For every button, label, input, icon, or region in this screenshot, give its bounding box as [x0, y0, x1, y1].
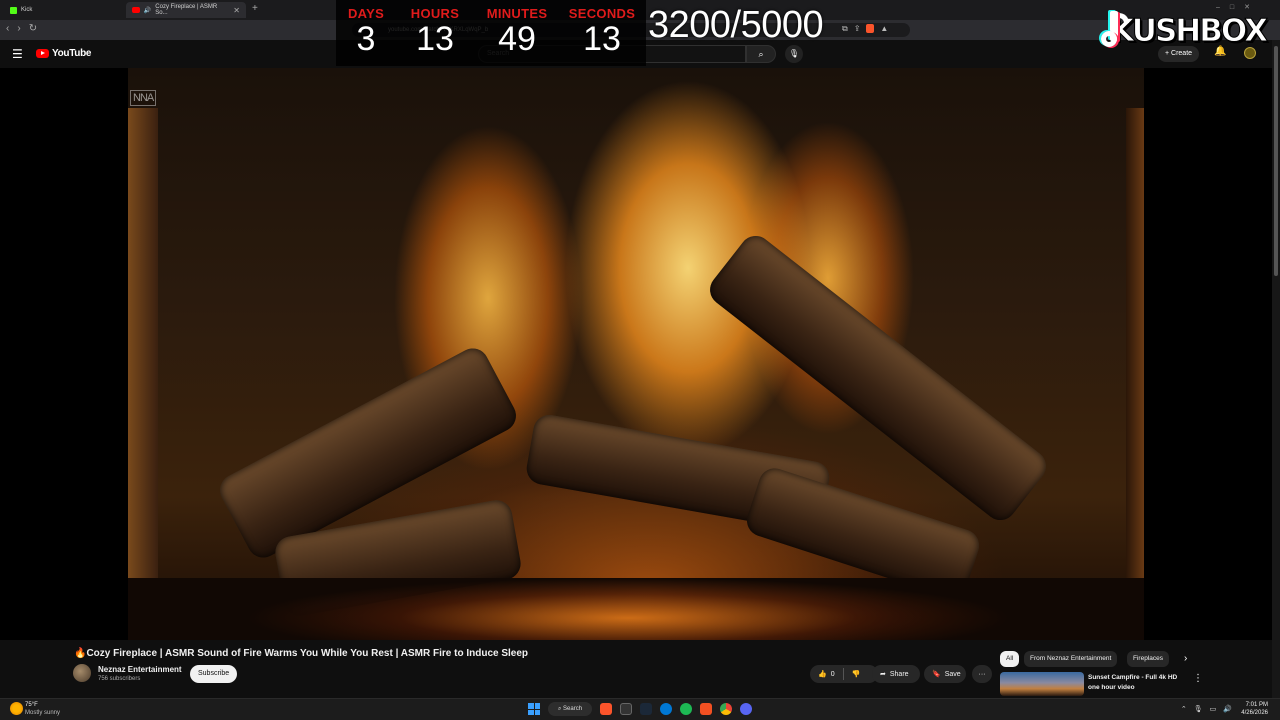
recommendation-title[interactable]: Sunset Campfire - Full 4k HD one hour vi… [1088, 673, 1188, 693]
subscriber-count: 756 subscribers [98, 676, 141, 682]
kick-icon [10, 6, 17, 14]
chip-all[interactable]: All [1000, 651, 1020, 667]
edge-browser-icon[interactable] [660, 703, 673, 715]
countdown-seconds: SECONDS 13 [568, 6, 636, 57]
tab-kick[interactable]: Kick [4, 2, 122, 18]
chevron-right-icon[interactable]: › [1184, 653, 1187, 664]
brave-shields-icon[interactable] [866, 24, 875, 33]
menu-icon[interactable]: ☰ [12, 47, 23, 61]
video-title: 🔥Cozy Fireplace | ASMR Sound of Fire War… [74, 648, 529, 659]
tray-overflow-icon[interactable]: ⌃ [1181, 705, 1187, 713]
kushbox-brand-text: KUSHBOX [1110, 13, 1269, 50]
share-icon: ➦ [880, 671, 886, 678]
microphone-tray-icon[interactable]: 🎙 [1194, 705, 1203, 713]
weather-description[interactable]: Mostly sunny [25, 710, 60, 716]
countdown-overlay: DAYS 3 HOURS 13 MINUTES 49 SECONDS 13 [336, 0, 646, 66]
tab-kick-label: Kick [21, 7, 33, 13]
like-count[interactable]: 0 [831, 671, 835, 678]
voice-search-button[interactable]: 🎙 [785, 45, 803, 63]
share-page-icon[interactable]: ⇪ [854, 24, 861, 34]
fireplace-left-wall [128, 108, 158, 640]
search-button[interactable]: ⌕ [746, 45, 776, 63]
save-label: Save [944, 670, 961, 678]
glowing-embers [128, 578, 1144, 640]
countdown-hours-value: 13 [416, 20, 454, 58]
chip-from-channel[interactable]: From Neznaz Entertainment [1024, 651, 1118, 667]
close-tab-icon[interactable]: ✕ [233, 6, 240, 15]
taskbar-apps: ⌕ Search [528, 702, 753, 716]
windows-start-icon[interactable] [528, 703, 540, 715]
save-button[interactable]: 🔖 Save [924, 665, 966, 683]
countdown-seconds-value: 13 [583, 20, 621, 58]
install-app-icon[interactable]: ⧉ [842, 24, 848, 34]
more-actions-button[interactable]: ··· [972, 665, 992, 683]
page-scrollbar[interactable] [1272, 40, 1280, 698]
new-tab-button[interactable]: + [252, 3, 258, 14]
video-frame-fireplace[interactable]: NNA [128, 68, 1144, 640]
youtube-logo-text: YouTube [52, 48, 92, 59]
video-watermark: NNA [130, 90, 157, 106]
bookmark-icon: 🔖 [932, 671, 941, 678]
weather-sun-icon[interactable] [10, 702, 23, 715]
discord-icon[interactable] [740, 703, 753, 715]
steam-icon[interactable] [640, 703, 653, 715]
like-divider [842, 668, 844, 680]
search-icon: ⌕ [758, 49, 764, 59]
tab-youtube-label: Cozy Fireplace | ASMR So... [155, 4, 218, 16]
share-button[interactable]: ➦ Share [872, 665, 920, 683]
scrollbar-thumb[interactable] [1274, 46, 1278, 276]
microphone-icon: 🎙 [788, 49, 800, 58]
speaker-icon: 🔊 [143, 7, 152, 14]
taskbar-search[interactable]: ⌕ Search [548, 702, 593, 716]
spotify-icon[interactable] [680, 703, 693, 715]
youtube-favicon-icon [132, 7, 140, 13]
subscribe-button[interactable]: Subscribe [190, 665, 238, 683]
brave-browser-icon[interactable] [600, 703, 613, 715]
channel-name[interactable]: Neznaz Entertainment [98, 665, 182, 674]
windows-taskbar: 75°F Mostly sunny ⌕ Search ⌃ 🎙 ▭ 🔊 7:01 … [0, 698, 1280, 720]
countdown-minutes: MINUTES 49 [478, 6, 556, 57]
extension-icons: ⧉ ⇪ ▲ [842, 24, 888, 34]
like-dislike-pill: 👍 0 👎 [810, 665, 878, 683]
tiktok-icon [1100, 9, 1129, 53]
countdown-minutes-label: MINUTES [486, 6, 548, 21]
like-icon[interactable]: 👍 [818, 670, 827, 678]
taskbar-search-label: Search [563, 706, 583, 712]
volume-icon[interactable]: 🔊 [1223, 705, 1232, 713]
countdown-hours: HOURS 13 [404, 6, 466, 57]
kushbox-logo: KUSHBOX [1100, 6, 1269, 56]
clock-date[interactable]: 4/26/2026 [1241, 710, 1268, 716]
terminal-icon[interactable] [620, 703, 633, 715]
goal-counter: 3200/5000 [648, 4, 824, 46]
countdown-days-label: DAYS [347, 6, 385, 21]
brave-rewards-icon[interactable]: ▲ [880, 24, 888, 34]
network-icon[interactable]: ▭ [1210, 705, 1217, 713]
share-label: Share [889, 670, 909, 678]
countdown-days-value: 3 [356, 20, 376, 58]
video-player[interactable]: NNA [0, 68, 1272, 640]
youtube-play-icon [36, 49, 49, 58]
video-details: 🔥Cozy Fireplace | ASMR Sound of Fire War… [0, 640, 1272, 698]
countdown-seconds-label: SECONDS [568, 6, 636, 21]
channel-avatar[interactable] [73, 664, 91, 682]
forward-icon[interactable]: › [17, 23, 20, 34]
countdown-hours-label: HOURS [410, 6, 460, 21]
back-icon[interactable]: ‹ [6, 23, 9, 34]
weather-temperature[interactable]: 75°F [25, 702, 38, 708]
reload-icon[interactable]: ↻ [29, 23, 37, 34]
chrome-icon[interactable] [720, 703, 733, 715]
navigation-controls: ‹ › ↻ [6, 23, 37, 34]
recommendation-thumbnail[interactable] [1000, 672, 1084, 696]
tab-youtube[interactable]: 🔊 Cozy Fireplace | ASMR So... ✕ [126, 2, 246, 18]
dislike-icon[interactable]: 👎 [852, 670, 861, 678]
clock-time[interactable]: 7:01 PM [1246, 702, 1268, 708]
countdown-minutes-value: 49 [498, 20, 536, 58]
youtube-logo[interactable]: YouTube [36, 48, 92, 59]
recommendation-menu-icon[interactable]: ⋮ [1193, 673, 1203, 684]
office-app-icon[interactable] [700, 703, 713, 715]
chip-fireplaces[interactable]: Fireplaces [1127, 651, 1169, 667]
system-tray: ⌃ 🎙 ▭ 🔊 [1181, 705, 1232, 713]
countdown-days: DAYS 3 [342, 6, 390, 57]
fireplace-right-wall [1126, 108, 1144, 640]
